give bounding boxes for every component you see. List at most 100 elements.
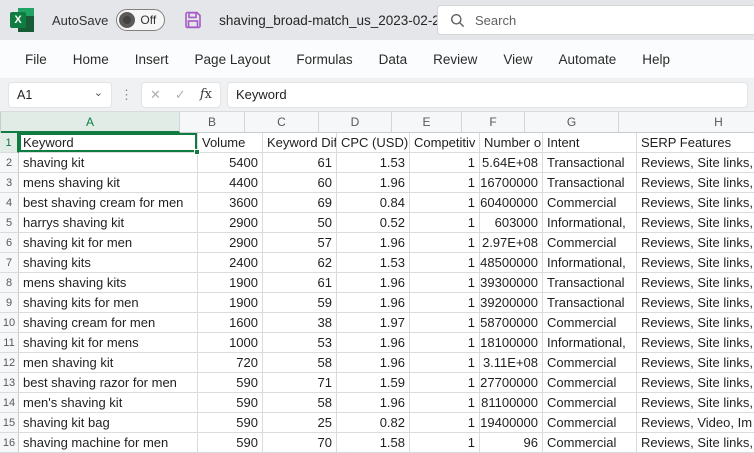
cell-D4[interactable]: 0.84 bbox=[337, 193, 410, 213]
cell-G1[interactable]: Intent bbox=[543, 133, 637, 153]
menu-item-help[interactable]: Help bbox=[629, 40, 683, 78]
cell-D7[interactable]: 1.53 bbox=[337, 253, 410, 273]
cell-H7[interactable]: Reviews, Site links, bbox=[637, 253, 754, 273]
cell-D6[interactable]: 1.96 bbox=[337, 233, 410, 253]
cell-G16[interactable]: Commercial bbox=[543, 433, 637, 453]
cell-C15[interactable]: 25 bbox=[263, 413, 337, 433]
cell-H10[interactable]: Reviews, Site links, bbox=[637, 313, 754, 333]
save-icon[interactable] bbox=[183, 10, 203, 30]
cell-A12[interactable]: men shaving kit bbox=[19, 353, 198, 373]
cell-A6[interactable]: shaving kit for men bbox=[19, 233, 198, 253]
menu-item-view[interactable]: View bbox=[490, 40, 545, 78]
cell-B9[interactable]: 1900 bbox=[198, 293, 263, 313]
cell-A8[interactable]: mens shaving kits bbox=[19, 273, 198, 293]
cell-E16[interactable]: 1 bbox=[410, 433, 480, 453]
cell-A11[interactable]: shaving kit for mens bbox=[19, 333, 198, 353]
cell-H3[interactable]: Reviews, Site links, bbox=[637, 173, 754, 193]
cell-C8[interactable]: 61 bbox=[263, 273, 337, 293]
cell-A2[interactable]: shaving kit bbox=[19, 153, 198, 173]
cell-G13[interactable]: Commercial bbox=[543, 373, 637, 393]
cell-F8[interactable]: 39300000 bbox=[480, 273, 543, 293]
row-header-2[interactable]: 2 bbox=[0, 153, 19, 173]
cell-D5[interactable]: 0.52 bbox=[337, 213, 410, 233]
cell-D9[interactable]: 1.96 bbox=[337, 293, 410, 313]
cell-E6[interactable]: 1 bbox=[410, 233, 480, 253]
cell-E12[interactable]: 1 bbox=[410, 353, 480, 373]
cell-B15[interactable]: 590 bbox=[198, 413, 263, 433]
cell-G6[interactable]: Commercial bbox=[543, 233, 637, 253]
cell-D10[interactable]: 1.97 bbox=[337, 313, 410, 333]
column-header-G[interactable]: G bbox=[525, 112, 619, 133]
cell-G15[interactable]: Commercial bbox=[543, 413, 637, 433]
row-header-1[interactable]: 1 bbox=[0, 133, 19, 153]
menu-item-home[interactable]: Home bbox=[60, 40, 122, 78]
row-header-13[interactable]: 13 bbox=[0, 373, 19, 393]
cell-H6[interactable]: Reviews, Site links, bbox=[637, 233, 754, 253]
cell-E8[interactable]: 1 bbox=[410, 273, 480, 293]
cell-F14[interactable]: 81100000 bbox=[480, 393, 543, 413]
cell-E4[interactable]: 1 bbox=[410, 193, 480, 213]
cell-E11[interactable]: 1 bbox=[410, 333, 480, 353]
cell-B6[interactable]: 2900 bbox=[198, 233, 263, 253]
cell-E15[interactable]: 1 bbox=[410, 413, 480, 433]
cell-G11[interactable]: Informational, bbox=[543, 333, 637, 353]
cell-F6[interactable]: 2.97E+08 bbox=[480, 233, 543, 253]
column-header-F[interactable]: F bbox=[462, 112, 525, 133]
cell-G10[interactable]: Commercial bbox=[543, 313, 637, 333]
cell-A7[interactable]: shaving kits bbox=[19, 253, 198, 273]
cell-B7[interactable]: 2400 bbox=[198, 253, 263, 273]
menu-item-insert[interactable]: Insert bbox=[122, 40, 182, 78]
cell-F5[interactable]: 603000 bbox=[480, 213, 543, 233]
cell-F3[interactable]: 16700000 bbox=[480, 173, 543, 193]
cell-H1[interactable]: SERP Features bbox=[637, 133, 754, 153]
cell-F7[interactable]: 48500000 bbox=[480, 253, 543, 273]
search-box[interactable]: Search bbox=[437, 5, 754, 35]
enter-icon[interactable]: ✓ bbox=[175, 87, 186, 103]
cell-C7[interactable]: 62 bbox=[263, 253, 337, 273]
formula-bar-input[interactable]: Keyword bbox=[226, 81, 748, 108]
cell-C16[interactable]: 70 bbox=[263, 433, 337, 453]
cell-E13[interactable]: 1 bbox=[410, 373, 480, 393]
column-header-E[interactable]: E bbox=[392, 112, 462, 133]
cell-C3[interactable]: 60 bbox=[263, 173, 337, 193]
cell-F15[interactable]: 19400000 bbox=[480, 413, 543, 433]
cell-A3[interactable]: mens shaving kit bbox=[19, 173, 198, 193]
column-header-H[interactable]: H bbox=[619, 112, 754, 133]
cell-B16[interactable]: 590 bbox=[198, 433, 263, 453]
cell-E7[interactable]: 1 bbox=[410, 253, 480, 273]
cell-B14[interactable]: 590 bbox=[198, 393, 263, 413]
cell-G14[interactable]: Commercial bbox=[543, 393, 637, 413]
cell-A5[interactable]: harrys shaving kit bbox=[19, 213, 198, 233]
cell-C2[interactable]: 61 bbox=[263, 153, 337, 173]
cell-G2[interactable]: Transactional bbox=[543, 153, 637, 173]
cell-B11[interactable]: 1000 bbox=[198, 333, 263, 353]
cell-D11[interactable]: 1.96 bbox=[337, 333, 410, 353]
row-header-5[interactable]: 5 bbox=[0, 213, 19, 233]
cell-C1[interactable]: Keyword Diff bbox=[263, 133, 337, 153]
cell-G9[interactable]: Transactional bbox=[543, 293, 637, 313]
menu-item-review[interactable]: Review bbox=[420, 40, 490, 78]
cell-G7[interactable]: Informational, bbox=[543, 253, 637, 273]
cell-B1[interactable]: Volume bbox=[198, 133, 263, 153]
column-header-D[interactable]: D bbox=[319, 112, 392, 133]
cell-A14[interactable]: men's shaving kit bbox=[19, 393, 198, 413]
cell-B2[interactable]: 5400 bbox=[198, 153, 263, 173]
cell-C10[interactable]: 38 bbox=[263, 313, 337, 333]
cell-B10[interactable]: 1600 bbox=[198, 313, 263, 333]
select-all-corner[interactable] bbox=[0, 112, 1, 133]
row-header-11[interactable]: 11 bbox=[0, 333, 19, 353]
cell-F13[interactable]: 27700000 bbox=[480, 373, 543, 393]
name-box-resize-handle[interactable]: ⋮ bbox=[118, 87, 135, 103]
cell-G3[interactable]: Transactional bbox=[543, 173, 637, 193]
cell-D2[interactable]: 1.53 bbox=[337, 153, 410, 173]
row-header-16[interactable]: 16 bbox=[0, 433, 19, 453]
cell-D1[interactable]: CPC (USD) bbox=[337, 133, 410, 153]
fill-handle[interactable] bbox=[194, 149, 200, 155]
cell-B12[interactable]: 720 bbox=[198, 353, 263, 373]
cell-A1[interactable]: Keyword bbox=[19, 133, 200, 155]
row-header-4[interactable]: 4 bbox=[0, 193, 19, 213]
cell-C13[interactable]: 71 bbox=[263, 373, 337, 393]
row-header-12[interactable]: 12 bbox=[0, 353, 19, 373]
column-header-C[interactable]: C bbox=[245, 112, 319, 133]
cell-F1[interactable]: Number o bbox=[480, 133, 543, 153]
